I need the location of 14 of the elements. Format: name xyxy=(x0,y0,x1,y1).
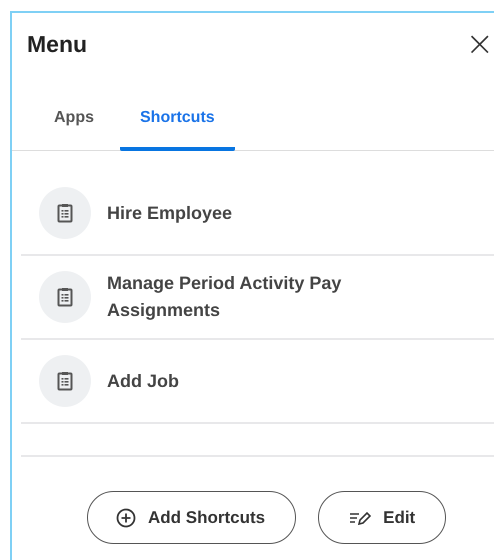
clipboard-icon xyxy=(39,271,91,323)
add-shortcuts-button[interactable]: Add Shortcuts xyxy=(87,491,296,544)
shortcut-link[interactable]: Manage Period Activity Pay Assignments xyxy=(107,270,377,324)
clipboard-icon xyxy=(39,355,91,407)
clipboard-icon xyxy=(39,187,91,239)
shortcut-link[interactable]: Hire Employee xyxy=(107,200,377,226)
edit-button[interactable]: Edit xyxy=(318,491,446,544)
shortcut-link[interactable]: Add Job xyxy=(107,368,377,394)
panel-title: Menu xyxy=(27,30,88,58)
plus-circle-icon xyxy=(116,508,136,528)
edit-icon xyxy=(349,510,372,526)
tab[interactable]: Apps xyxy=(34,109,120,151)
tab[interactable]: Shortcuts xyxy=(120,109,235,151)
close-button[interactable]: × xyxy=(466,29,494,59)
